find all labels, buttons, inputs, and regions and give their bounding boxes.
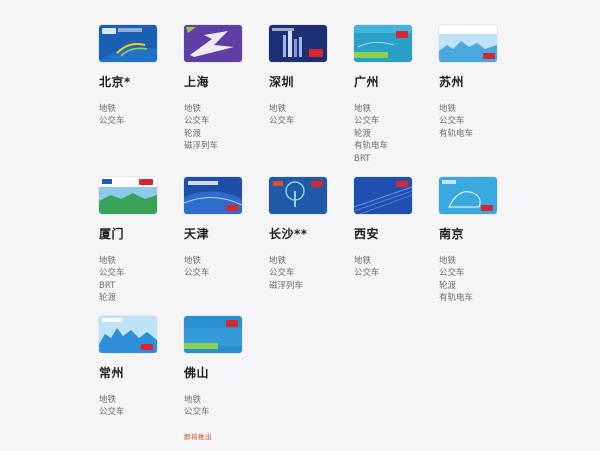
transit-mode: 公交车 <box>439 268 465 279</box>
shanghai-transit-card-image <box>184 25 242 62</box>
transit-mode: BRT <box>354 153 371 164</box>
transit-mode: 地铁 <box>184 395 202 405</box>
transit-mode: 轮渡 <box>99 293 117 304</box>
transit-mode: 地铁 <box>439 104 457 114</box>
transit-mode: 磁浮列车 <box>184 141 219 152</box>
transit-mode-list: 地铁 公交车 轮渡 磁浮列车 <box>184 103 269 153</box>
transit-mode: 公交车 <box>184 116 210 127</box>
transit-mode: 有轨电车 <box>354 141 389 152</box>
city-name: 北京* <box>99 75 131 89</box>
beijing-transit-card-image <box>99 25 157 62</box>
transit-mode: 公交车 <box>184 407 210 418</box>
transit-mode-list: 地铁 公交车 轮渡 有轨电车 BRT <box>354 103 439 165</box>
transit-mode: 地铁 <box>354 104 372 114</box>
transit-mode: 公交车 <box>184 268 210 279</box>
transit-mode: 公交车 <box>439 116 465 127</box>
transit-mode: 公交车 <box>99 407 125 418</box>
xiamen-transit-card-image <box>99 177 157 214</box>
city-tile-xian: 西安 地铁 公交车 <box>354 177 439 316</box>
changsha-transit-card-image <box>269 177 327 214</box>
city-tile-shanghai: 上海 地铁 公交车 轮渡 磁浮列车 <box>184 25 269 177</box>
transit-mode: 公交车 <box>99 268 125 279</box>
city-tile-changsha: 长沙** 地铁 公交车 磁浮列车 <box>269 177 354 316</box>
transit-mode-list: 地铁 公交车 <box>99 394 184 419</box>
nanjing-transit-card-image <box>439 177 497 214</box>
transit-mode: 公交车 <box>269 268 295 279</box>
transit-mode: 公交车 <box>354 268 380 279</box>
transit-mode-list: 地铁 公交车 <box>184 394 269 419</box>
transit-mode: 地铁 <box>184 256 202 266</box>
transit-mode: 公交车 <box>354 116 380 127</box>
transit-mode: 地铁 <box>99 256 117 266</box>
city-name: 南京 <box>439 227 465 241</box>
transit-card-grid: 北京* 地铁 公交车 上海 地铁 公交车 轮渡 磁浮列车 深圳 地铁 公交车 广… <box>99 25 539 426</box>
transit-mode: 地铁 <box>99 395 117 405</box>
xian-transit-card-image <box>354 177 412 214</box>
city-tile-beijing: 北京* 地铁 公交车 <box>99 25 184 177</box>
suzhou-transit-card-image <box>439 25 497 62</box>
city-tile-suzhou: 苏州 地铁 公交车 有轨电车 <box>439 25 524 177</box>
transit-mode: 地铁 <box>439 256 457 266</box>
transit-mode-list: 地铁 公交车 <box>184 255 269 280</box>
transit-mode: 地铁 <box>184 104 202 114</box>
city-name: 广州 <box>354 75 380 89</box>
city-name: 佛山 <box>184 366 210 380</box>
city-name: 深圳 <box>269 75 295 89</box>
tianjin-transit-card-image <box>184 177 242 214</box>
transit-mode-list: 地铁 公交车 轮渡 有轨电车 <box>439 255 524 305</box>
transit-mode: 地铁 <box>99 104 117 114</box>
city-name: 苏州 <box>439 75 465 89</box>
coming-soon-label: 即将推出 <box>184 433 212 441</box>
city-name: 天津 <box>184 227 210 241</box>
transit-mode-list: 地铁 公交车 <box>99 103 184 128</box>
changzhou-transit-card-image <box>99 316 157 353</box>
guangzhou-transit-card-image <box>354 25 412 62</box>
city-tile-changzhou: 常州 地铁 公交车 <box>99 316 184 426</box>
shenzhen-transit-card-image <box>269 25 327 62</box>
city-name: 西安 <box>354 227 380 241</box>
city-tile-tianjin: 天津 地铁 公交车 <box>184 177 269 316</box>
foshan-transit-card-image <box>184 316 242 353</box>
city-tile-shenzhen: 深圳 地铁 公交车 <box>269 25 354 177</box>
transit-mode-list: 地铁 公交车 BRT 轮渡 <box>99 255 184 305</box>
transit-mode-list: 地铁 公交车 <box>354 255 439 280</box>
city-name: 长沙** <box>269 227 308 241</box>
transit-mode: 轮渡 <box>439 280 457 291</box>
city-name: 厦门 <box>99 227 125 241</box>
transit-mode: BRT <box>99 280 116 291</box>
transit-mode: 公交车 <box>269 116 295 127</box>
city-tile-foshan: 佛山 地铁 公交车 <box>184 316 269 426</box>
transit-mode-list: 地铁 公交车 <box>269 103 354 128</box>
transit-mode-list: 地铁 公交车 有轨电车 <box>439 103 524 140</box>
city-row: 北京* 地铁 公交车 上海 地铁 公交车 轮渡 磁浮列车 深圳 地铁 公交车 广… <box>99 25 539 177</box>
transit-mode: 磁浮列车 <box>269 280 304 291</box>
transit-mode: 有轨电车 <box>439 293 474 304</box>
city-tile-guangzhou: 广州 地铁 公交车 轮渡 有轨电车 BRT <box>354 25 439 177</box>
city-tile-xiamen: 厦门 地铁 公交车 BRT 轮渡 <box>99 177 184 316</box>
transit-mode: 有轨电车 <box>439 128 474 139</box>
transit-mode: 地铁 <box>269 104 287 114</box>
transit-mode-list: 地铁 公交车 磁浮列车 <box>269 255 354 292</box>
city-name: 常州 <box>99 366 125 380</box>
transit-mode: 地铁 <box>354 256 372 266</box>
transit-mode: 地铁 <box>269 256 287 266</box>
transit-mode: 轮渡 <box>184 128 202 139</box>
city-row: 厦门 地铁 公交车 BRT 轮渡 天津 地铁 公交车 长沙** 地铁 公交车 磁… <box>99 177 539 316</box>
city-row: 常州 地铁 公交车 佛山 地铁 公交车 <box>99 316 539 426</box>
transit-mode: 公交车 <box>99 116 125 127</box>
transit-mode: 轮渡 <box>354 128 372 139</box>
city-tile-nanjing: 南京 地铁 公交车 轮渡 有轨电车 <box>439 177 524 316</box>
city-name: 上海 <box>184 75 210 89</box>
